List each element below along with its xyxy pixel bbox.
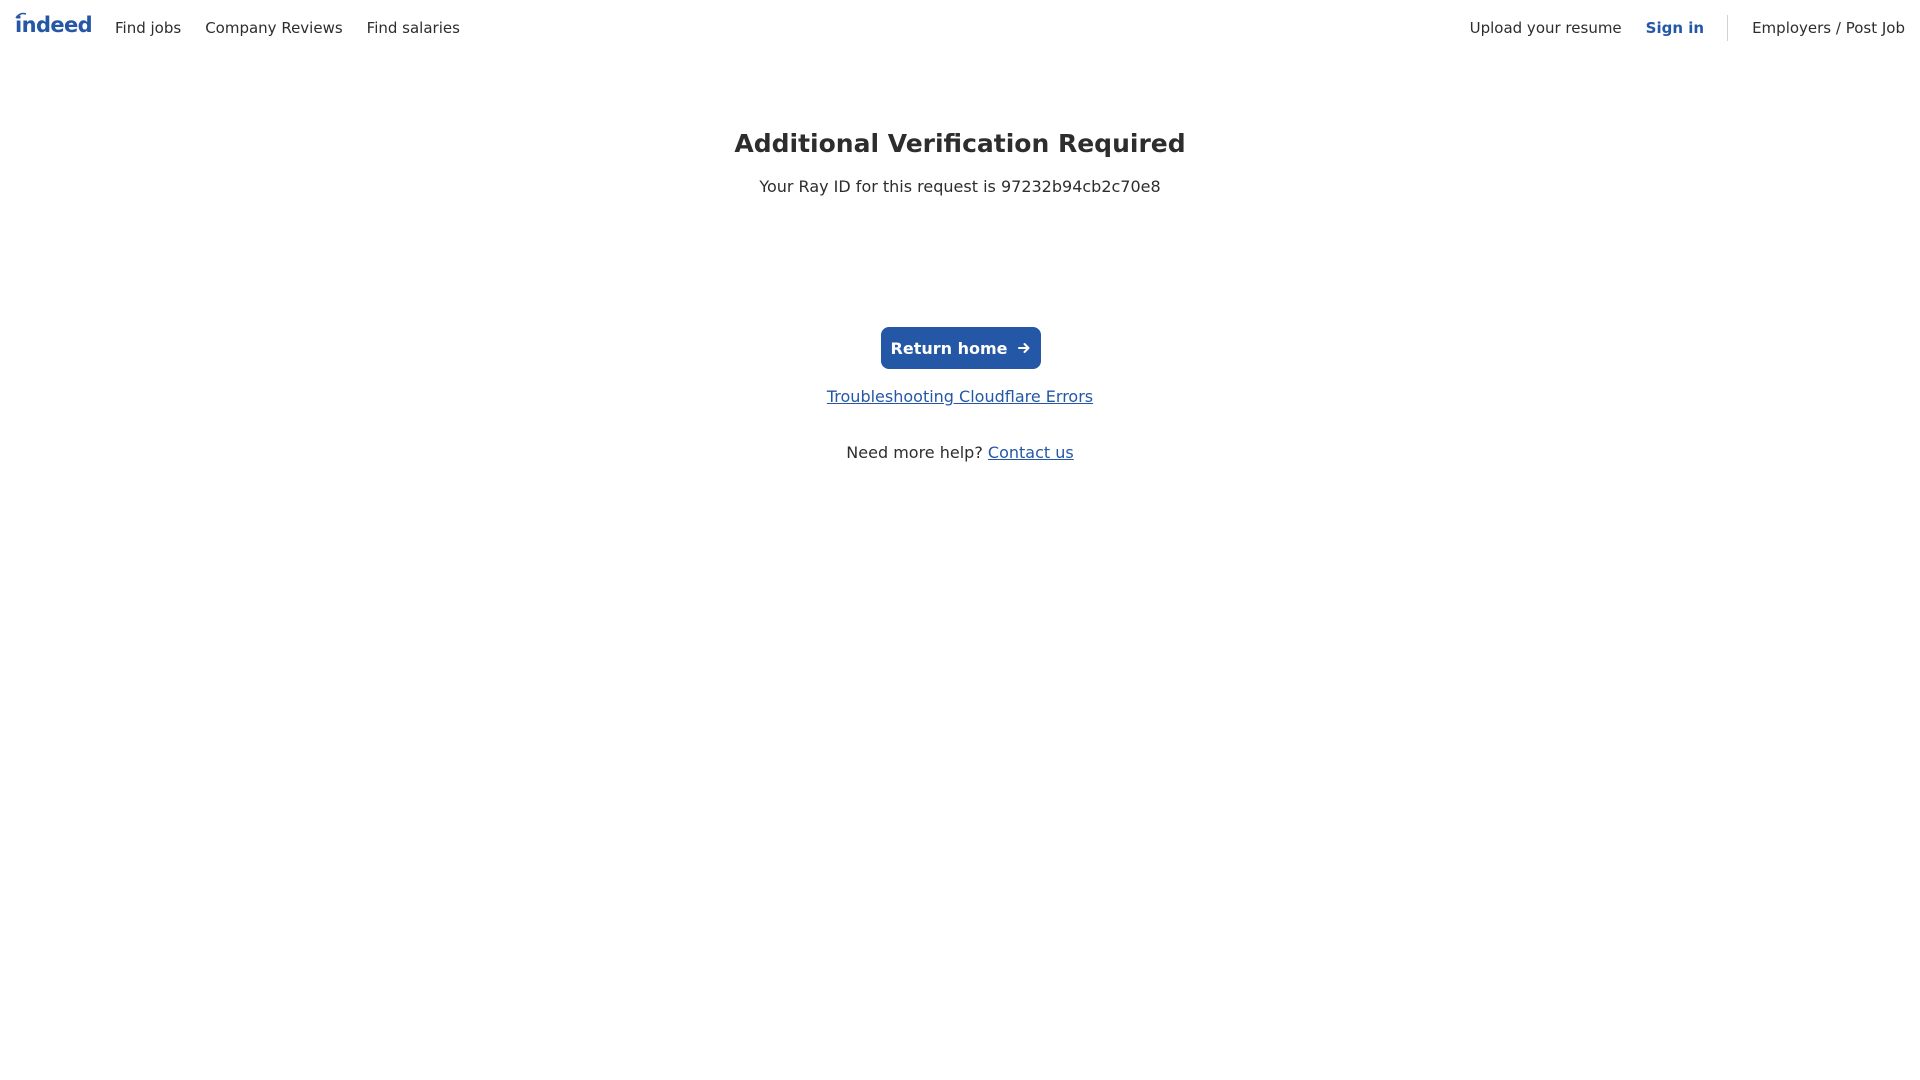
nav-divider: [1727, 15, 1729, 41]
upload-resume-link[interactable]: Upload your resume: [1470, 19, 1622, 37]
return-home-label: Return home: [890, 338, 1008, 358]
help-line: Need more help? Contact us: [0, 442, 1920, 464]
contact-us-link[interactable]: Contact us: [988, 443, 1074, 462]
sign-in-link[interactable]: Sign in: [1646, 19, 1704, 37]
nav-company-reviews[interactable]: Company Reviews: [205, 19, 342, 37]
ray-id-line: Your Ray ID for this request is 97232b94…: [0, 176, 1920, 198]
page-title: Additional Verification Required: [734, 129, 1186, 158]
help-prefix: Need more help?: [846, 443, 988, 462]
primary-nav: Find jobs Company Reviews Find salaries: [115, 0, 484, 56]
nav-find-salaries[interactable]: Find salaries: [367, 19, 460, 37]
arrow-right-icon: [1017, 341, 1031, 355]
nav-find-jobs[interactable]: Find jobs: [115, 19, 181, 37]
indeed-logo[interactable]: indeed: [15, 12, 93, 36]
indeed-swoosh-icon: [15, 12, 27, 19]
troubleshooting-row: Troubleshooting Cloudflare Errors: [0, 386, 1920, 408]
troubleshooting-link[interactable]: Troubleshooting Cloudflare Errors: [827, 387, 1093, 406]
site-header: indeed Find jobs Company Reviews Find sa…: [0, 0, 1920, 56]
ray-id-value: 97232b94cb2c70e8: [1000, 177, 1161, 196]
secondary-nav: Upload your resume Sign in Employers / P…: [1470, 0, 1905, 56]
return-home-button[interactable]: Return home: [881, 327, 1041, 369]
employers-post-job-link[interactable]: Employers / Post Job: [1752, 19, 1905, 37]
ray-id-prefix: Your Ray ID for this request is: [759, 177, 1001, 196]
